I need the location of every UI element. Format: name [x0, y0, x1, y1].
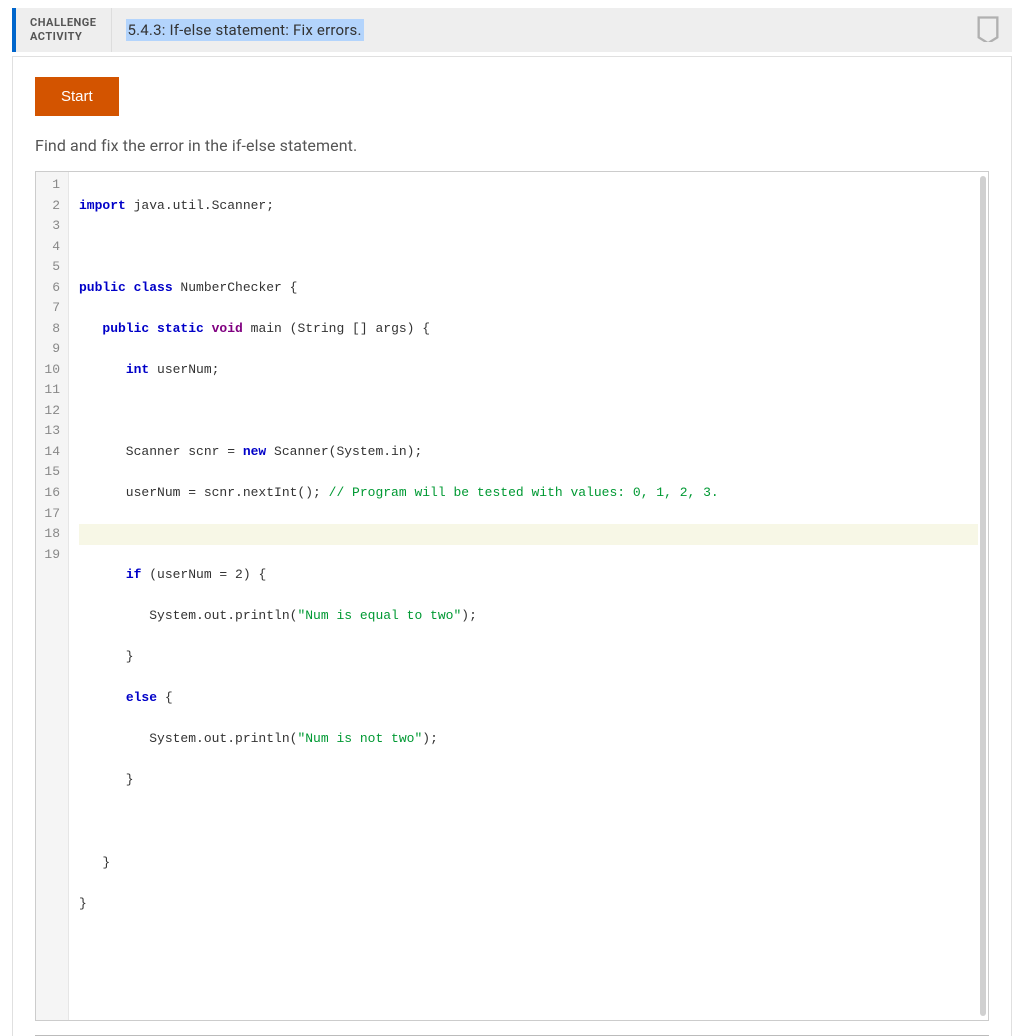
code-token [79, 362, 126, 377]
code-token: int [126, 362, 149, 377]
scrollbar[interactable] [980, 176, 986, 1016]
line-number: 14 [42, 442, 60, 463]
code-token: } [79, 855, 110, 870]
code-token: // Program will be tested with values: 0… [329, 485, 719, 500]
code-token: System.out.println( [79, 731, 297, 746]
line-number: 9 [42, 339, 60, 360]
line-number: 10 [42, 360, 60, 381]
code-token: if [126, 567, 142, 582]
content-panel: Start Find and fix the error in the if-e… [12, 56, 1012, 1036]
code-area[interactable]: import java.util.Scanner; public class N… [69, 172, 988, 1020]
code-token: } [79, 896, 87, 911]
line-number: 16 [42, 483, 60, 504]
code-token: public [102, 321, 149, 336]
line-number: 2 [42, 196, 60, 217]
bookmark-icon[interactable] [974, 14, 1002, 46]
title-wrap: 5.4.3: If-else statement: Fix errors. [111, 8, 965, 52]
code-token: "Num is not two" [297, 731, 422, 746]
line-number: 8 [42, 319, 60, 340]
bookmark-container [964, 8, 1012, 52]
code-token: public [79, 280, 126, 295]
code-token: ); [461, 608, 477, 623]
activity-label: CHALLENGE ACTIVITY [16, 8, 111, 52]
activity-label-line2: ACTIVITY [30, 30, 97, 44]
code-token: userNum; [149, 362, 219, 377]
code-token: (userNum = 2) { [141, 567, 266, 582]
code-token: } [79, 649, 134, 664]
code-token: userNum = scnr.nextInt(); [79, 485, 329, 500]
line-number: 19 [42, 545, 60, 566]
code-token: { [157, 690, 173, 705]
code-token: class [126, 280, 173, 295]
code-token: Scanner scnr = [79, 444, 243, 459]
code-token: void [204, 321, 243, 336]
line-number: 15 [42, 462, 60, 483]
code-token: ); [422, 731, 438, 746]
line-number: 11 [42, 380, 60, 401]
line-number: 7 [42, 298, 60, 319]
line-number: 1 [42, 175, 60, 196]
challenge-title: 5.4.3: If-else statement: Fix errors. [126, 19, 364, 41]
line-number: 6 [42, 278, 60, 299]
line-number: 17 [42, 504, 60, 525]
code-token: System.out.println( [79, 608, 297, 623]
start-button[interactable]: Start [35, 77, 119, 116]
line-number: 18 [42, 524, 60, 545]
code-token: new [243, 444, 266, 459]
code-token: } [79, 772, 134, 787]
line-number: 13 [42, 421, 60, 442]
instruction-text: Find and fix the error in the if-else st… [35, 136, 989, 155]
code-token: NumberChecker { [173, 280, 298, 295]
code-editor[interactable]: 1 2 3 4 5 6 7 8 9 10 11 12 13 14 15 16 1… [35, 171, 989, 1021]
line-number-gutter: 1 2 3 4 5 6 7 8 9 10 11 12 13 14 15 16 1… [36, 172, 69, 1020]
challenge-header: CHALLENGE ACTIVITY 5.4.3: If-else statem… [12, 8, 1012, 52]
code-token: main (String [] args) { [243, 321, 430, 336]
code-token [79, 690, 126, 705]
line-number: 4 [42, 237, 60, 258]
line-number: 12 [42, 401, 60, 422]
line-number: 3 [42, 216, 60, 237]
code-token: static [149, 321, 204, 336]
code-token: "Num is equal to two" [297, 608, 461, 623]
code-token: else [126, 690, 157, 705]
line-number: 5 [42, 257, 60, 278]
activity-label-line1: CHALLENGE [30, 16, 97, 30]
code-token: import [79, 198, 126, 213]
code-token: Scanner(System.in); [266, 444, 422, 459]
code-token [79, 321, 102, 336]
step-indicator[interactable]: 1 [35, 1035, 989, 1036]
code-token [79, 567, 126, 582]
code-token: java.util.Scanner; [126, 198, 274, 213]
